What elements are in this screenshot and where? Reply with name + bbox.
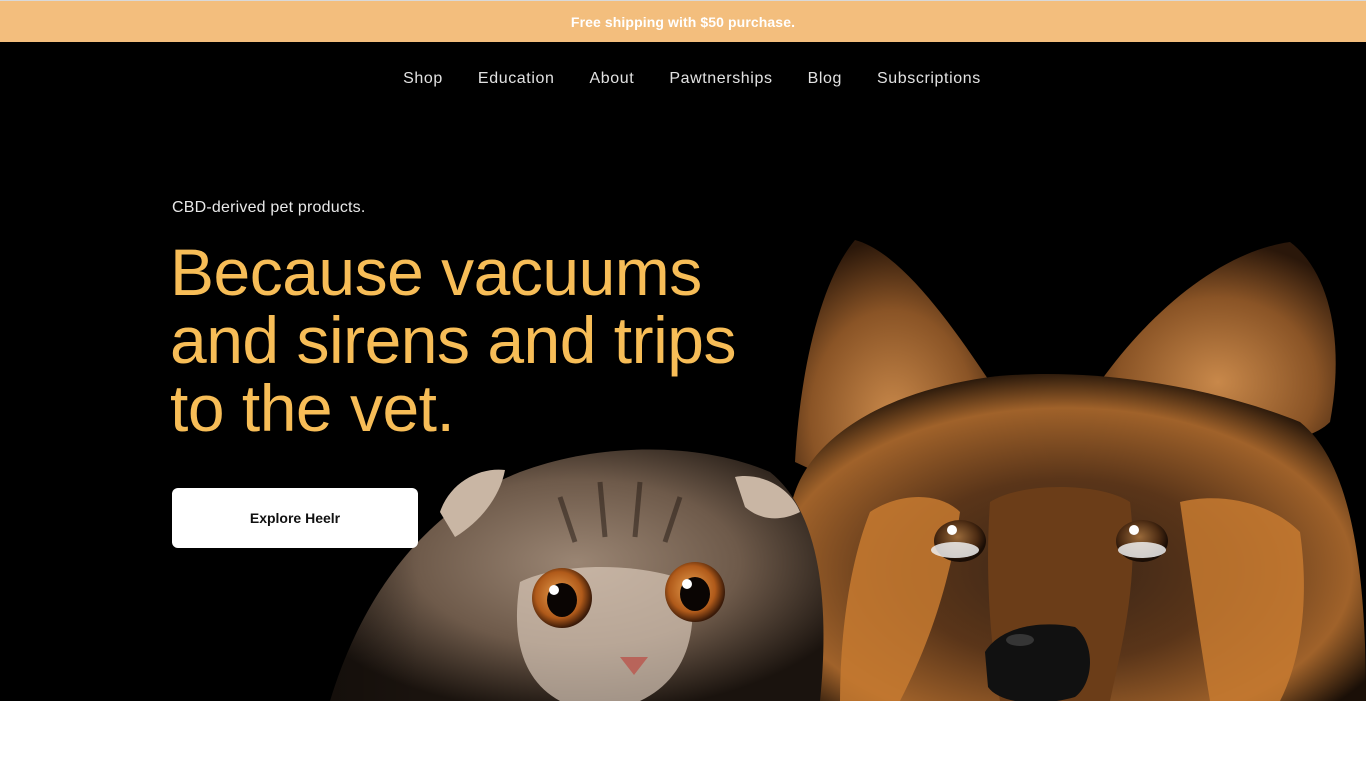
nav-education[interactable]: Education bbox=[478, 70, 555, 88]
nav-pawtnerships[interactable]: Pawtnerships bbox=[669, 70, 772, 88]
promo-bar: Free shipping with $50 purchase. bbox=[0, 0, 1366, 42]
nav-about[interactable]: About bbox=[590, 70, 635, 88]
headline-line-3: to the vet. bbox=[170, 371, 455, 445]
promo-text: Free shipping with $50 purchase. bbox=[570, 13, 796, 30]
hero-section: Shop Education About Pawtnerships Blog S… bbox=[0, 42, 1366, 701]
nav-shop[interactable]: Shop bbox=[403, 70, 443, 88]
hero-headline: Because vacuums and sirens and trips to … bbox=[170, 238, 790, 442]
headline-line-1: Because vacuums bbox=[170, 235, 702, 309]
hero-eyebrow: CBD-derived pet products. bbox=[172, 199, 366, 216]
explore-heelr-button[interactable]: Explore Heelr bbox=[172, 488, 418, 548]
headline-line-2: and sirens and trips bbox=[170, 303, 737, 377]
nav-subscriptions[interactable]: Subscriptions bbox=[877, 70, 981, 88]
nav-blog[interactable]: Blog bbox=[808, 70, 842, 88]
main-nav: Shop Education About Pawtnerships Blog S… bbox=[0, 66, 1366, 92]
